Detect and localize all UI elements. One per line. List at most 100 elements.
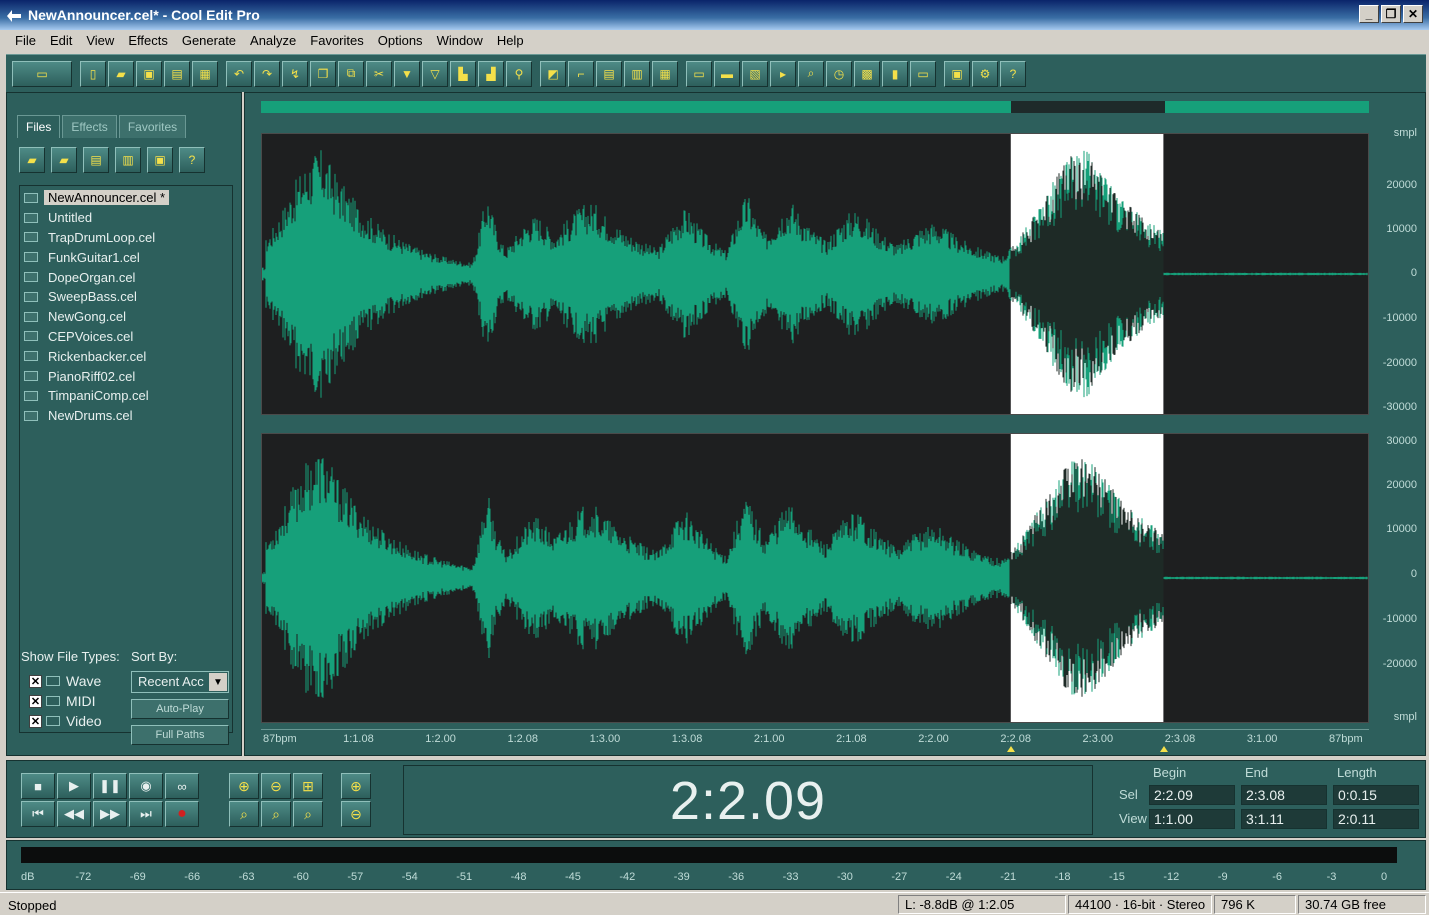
time-ruler[interactable]: 87bpm 1:1.08 1:2.00 1:2.08 1:3.00 1:3.08 2:1.0… bbox=[261, 729, 1369, 752]
type-midi-checkbox[interactable]: ✕ MIDI bbox=[29, 693, 96, 709]
rewind-icon[interactable]: ◀◀ bbox=[57, 801, 91, 827]
selection-marker[interactable] bbox=[1160, 746, 1169, 752]
type-wave-checkbox[interactable]: ✕ Wave bbox=[29, 673, 101, 689]
levels-window-icon[interactable]: ▮ bbox=[882, 60, 908, 87]
redo-icon[interactable]: ↷ bbox=[254, 60, 280, 87]
menu-window[interactable]: Window bbox=[430, 30, 490, 52]
trim-icon[interactable]: ▟ bbox=[478, 60, 504, 87]
checkbox-checked[interactable]: ✕ bbox=[29, 674, 42, 688]
menu-generate[interactable]: Generate bbox=[175, 30, 243, 52]
zoom-in-icon[interactable]: ⊕ bbox=[229, 773, 259, 799]
time-window-icon[interactable]: ◷ bbox=[826, 60, 852, 87]
window-1-icon[interactable]: ▭ bbox=[686, 60, 712, 87]
paste-icon[interactable]: ▼ bbox=[394, 60, 420, 87]
save-icon[interactable]: ▣ bbox=[136, 60, 162, 87]
window-3-icon[interactable]: ▧ bbox=[742, 60, 768, 87]
help-icon[interactable]: ? bbox=[1000, 60, 1026, 87]
type-video-checkbox[interactable]: ✕ Video bbox=[29, 713, 102, 729]
list-item[interactable]: SweepBass.cel bbox=[24, 287, 232, 307]
left-channel[interactable] bbox=[261, 133, 1369, 415]
zoom-out-icon[interactable]: ⊖ bbox=[261, 773, 291, 799]
menu-options[interactable]: Options bbox=[371, 30, 430, 52]
waveform-display[interactable]: smpl 20000 10000 0 -10000 -20000 -30000 … bbox=[244, 92, 1426, 756]
menu-analyze[interactable]: Analyze bbox=[243, 30, 303, 52]
open-file-icon[interactable]: ▰ bbox=[108, 60, 134, 87]
sel-end-field[interactable]: 2:3.08 bbox=[1241, 785, 1327, 805]
chevron-down-icon[interactable]: ▼ bbox=[209, 673, 227, 691]
list-item[interactable]: TrapDrumLoop.cel bbox=[24, 228, 232, 248]
play-icon[interactable]: ▶ bbox=[57, 773, 91, 799]
new-file-icon[interactable]: ▯ bbox=[80, 60, 106, 87]
menu-favorites[interactable]: Favorites bbox=[303, 30, 370, 52]
overview-bar[interactable] bbox=[261, 101, 1369, 113]
copy-icon[interactable]: ❐ bbox=[310, 60, 336, 87]
record-icon[interactable]: ● bbox=[165, 801, 199, 827]
zoom-selection-icon[interactable]: ⌕ bbox=[293, 801, 323, 827]
status-window-icon[interactable]: ▭ bbox=[910, 60, 936, 87]
list-item[interactable]: CEPVoices.cel bbox=[24, 327, 232, 347]
list-item[interactable]: TimpaniComp.cel bbox=[24, 386, 232, 406]
open-file-icon[interactable]: ▰ bbox=[19, 147, 45, 173]
cut-icon[interactable]: ✂ bbox=[366, 60, 392, 87]
list-item[interactable]: Rickenbacker.cel bbox=[24, 346, 232, 366]
bar-view-3-icon[interactable]: ▦ bbox=[652, 60, 678, 87]
sel-begin-field[interactable]: 2:2.09 bbox=[1149, 785, 1235, 805]
checkbox-checked[interactable]: ✕ bbox=[29, 694, 42, 708]
list-item[interactable]: DopeOrgan.cel bbox=[24, 267, 232, 287]
list-item[interactable]: NewGong.cel bbox=[24, 307, 232, 327]
window-2-icon[interactable]: ▬ bbox=[714, 60, 740, 87]
auto-play-button[interactable]: Auto-Play bbox=[131, 699, 229, 719]
settings-icon[interactable]: ⚙ bbox=[972, 60, 998, 87]
view-length-field[interactable]: 2:0.11 bbox=[1333, 809, 1419, 829]
stop-icon[interactable]: ■ bbox=[21, 773, 55, 799]
zoom-out-vertical-icon[interactable]: ⊖ bbox=[341, 801, 371, 827]
zoom-to-right-icon[interactable]: ⌕ bbox=[261, 801, 291, 827]
minimize-button[interactable]: _ bbox=[1359, 5, 1379, 23]
sort-by-select[interactable]: Recent Acc ▼ bbox=[131, 671, 229, 693]
go-to-start-icon[interactable]: ⏮ bbox=[21, 801, 55, 827]
play-from-cursor-icon[interactable]: ◉ bbox=[129, 773, 163, 799]
cue-icon[interactable]: ⚲ bbox=[506, 60, 532, 87]
zoom-in-vertical-icon[interactable]: ⊕ bbox=[341, 773, 371, 799]
repeat-icon[interactable]: ↯ bbox=[282, 60, 308, 87]
mix-paste-icon[interactable]: ▙ bbox=[450, 60, 476, 87]
bar-view-2-icon[interactable]: ▥ bbox=[624, 60, 650, 87]
spectral-view-icon[interactable]: ◩ bbox=[540, 60, 566, 87]
tab-files[interactable]: Files bbox=[17, 115, 61, 138]
import-icon[interactable]: ▰ bbox=[51, 147, 77, 173]
menu-edit[interactable]: Edit bbox=[43, 30, 79, 52]
paste-to-new-icon[interactable]: ▽ bbox=[422, 60, 448, 87]
bar-view-icon[interactable]: ▤ bbox=[596, 60, 622, 87]
toggle-view-icon[interactable]: ▭ bbox=[12, 60, 72, 87]
restore-button[interactable]: ❐ bbox=[1381, 5, 1401, 23]
full-paths-button[interactable]: Full Paths bbox=[131, 725, 229, 745]
checkbox-checked[interactable]: ✕ bbox=[29, 714, 42, 728]
list-item[interactable]: Untitled bbox=[24, 208, 232, 228]
organizer-icon[interactable]: ▣ bbox=[944, 60, 970, 87]
properties-icon[interactable]: ▣ bbox=[147, 147, 173, 173]
menu-view[interactable]: View bbox=[79, 30, 121, 52]
close-file-icon[interactable]: ▤ bbox=[83, 147, 109, 173]
menu-file[interactable]: File bbox=[8, 30, 43, 52]
sel-length-field[interactable]: 0:0.15 bbox=[1333, 785, 1419, 805]
close-all-icon[interactable]: ▥ bbox=[115, 147, 141, 173]
view-begin-field[interactable]: 1:1.00 bbox=[1149, 809, 1235, 829]
help-icon[interactable]: ? bbox=[179, 147, 205, 173]
save-selection-icon[interactable]: ▦ bbox=[192, 60, 218, 87]
save-all-icon[interactable]: ▤ bbox=[164, 60, 190, 87]
zoom-to-left-icon[interactable]: ⌕ bbox=[229, 801, 259, 827]
play-window-icon[interactable]: ▸ bbox=[770, 60, 796, 87]
pause-icon[interactable]: ❚❚ bbox=[93, 773, 127, 799]
copy-to-new-icon[interactable]: ⧉ bbox=[338, 60, 364, 87]
list-item[interactable]: NewAnnouncer.cel * bbox=[24, 188, 232, 208]
selection-marker[interactable] bbox=[1007, 746, 1016, 752]
menu-help[interactable]: Help bbox=[490, 30, 531, 52]
loop-icon[interactable]: ∞ bbox=[165, 773, 199, 799]
list-item[interactable]: FunkGuitar1.cel bbox=[24, 247, 232, 267]
close-button[interactable]: ✕ bbox=[1403, 5, 1423, 23]
view-end-field[interactable]: 3:1.11 bbox=[1241, 809, 1327, 829]
right-channel[interactable] bbox=[261, 433, 1369, 723]
go-to-end-icon[interactable]: ⏭ bbox=[129, 801, 163, 827]
zoom-window-icon[interactable]: ⌕ bbox=[798, 60, 824, 87]
list-item[interactable]: NewDrums.cel bbox=[24, 406, 232, 426]
